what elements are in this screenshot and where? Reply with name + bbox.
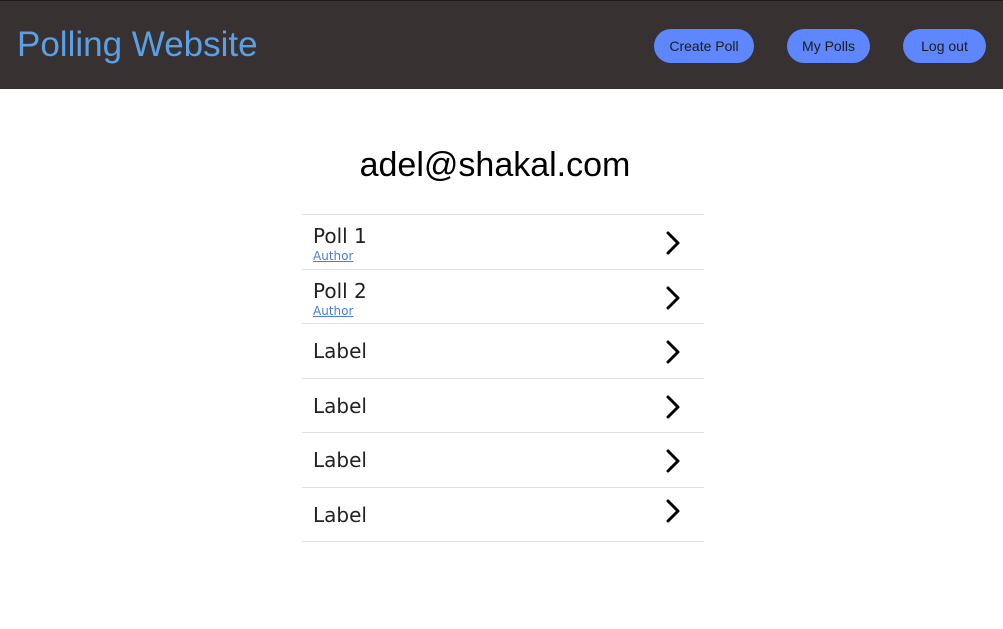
poll-list-item[interactable]: Poll 1 Author — [302, 215, 704, 270]
chevron-right-icon — [664, 231, 684, 255]
poll-list-item[interactable]: Label — [302, 433, 704, 488]
poll-author-link[interactable]: Author — [313, 249, 353, 263]
poll-title: Label — [313, 448, 367, 472]
poll-author-link[interactable]: Author — [313, 304, 353, 318]
my-polls-button[interactable]: My Polls — [787, 29, 870, 63]
create-poll-button[interactable]: Create Poll — [654, 29, 754, 63]
user-email-heading: adel@shakal.com — [359, 146, 631, 184]
chevron-right-icon — [664, 286, 684, 310]
top-navbar: Polling Website Create Poll My Polls Log… — [0, 0, 1003, 89]
poll-title: Poll 2 — [313, 278, 367, 303]
poll-list-item[interactable]: Label — [302, 379, 704, 433]
chevron-right-icon — [664, 449, 684, 473]
chevron-right-icon — [664, 499, 684, 523]
poll-list: Poll 1 Author Poll 2 Author Label Label … — [302, 214, 704, 542]
poll-title: Label — [313, 502, 367, 527]
poll-list-item[interactable]: Label — [302, 324, 704, 379]
chevron-right-icon — [664, 340, 684, 364]
poll-title: Label — [313, 393, 367, 418]
site-title[interactable]: Polling Website — [17, 25, 258, 65]
poll-list-item[interactable]: Label — [302, 488, 704, 542]
log-out-button[interactable]: Log out — [903, 29, 986, 63]
poll-list-item[interactable]: Poll 2 Author — [302, 270, 704, 324]
poll-title: Poll 1 — [313, 224, 367, 248]
chevron-right-icon — [664, 395, 684, 419]
poll-title: Label — [313, 339, 367, 363]
